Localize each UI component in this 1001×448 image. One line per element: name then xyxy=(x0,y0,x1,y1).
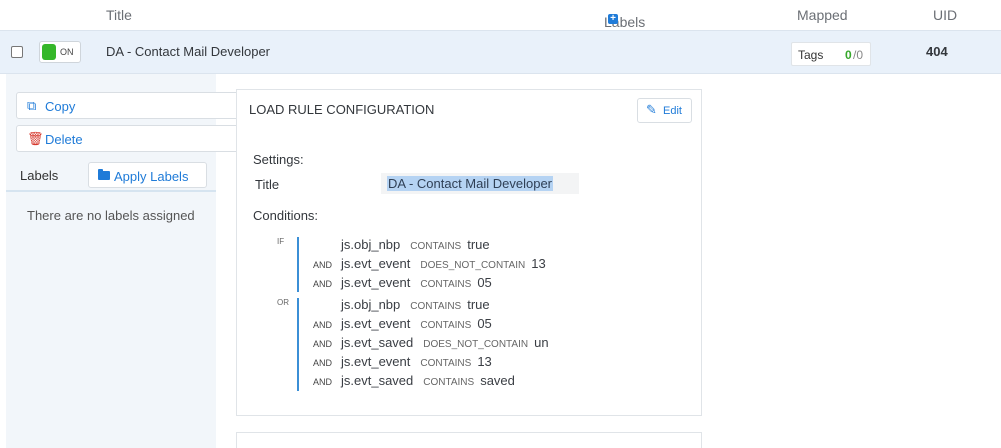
row-title[interactable]: DA - Contact Mail Developer xyxy=(106,44,270,59)
condition-row: js.obj_nbp CONTAINS true xyxy=(313,297,490,312)
toggle-label: ON xyxy=(60,47,74,57)
pencil-icon: ✎ xyxy=(646,102,657,117)
tags-count: 0 xyxy=(845,48,852,62)
condition-value: 13 xyxy=(531,256,546,271)
group-or-label: OR xyxy=(277,298,289,307)
condition-operator: CONTAINS xyxy=(410,241,462,252)
group-if-label: IF xyxy=(277,237,285,246)
condition-conjunction: AND xyxy=(313,339,333,349)
detail-sidebar: ⧉ Copy 🗑 Delete Labels Apply Labels Ther… xyxy=(6,74,240,448)
column-mapped[interactable]: Mapped xyxy=(797,7,848,23)
conditions-heading: Conditions: xyxy=(253,208,319,223)
folder-icon xyxy=(98,169,110,180)
condition-operator: CONTAINS xyxy=(410,301,462,312)
condition-value: saved xyxy=(480,373,515,388)
panel-title: LOAD RULE CONFIGURATION xyxy=(249,102,435,117)
title-field-label: Title xyxy=(255,177,280,192)
condition-variable: js.obj_nbp xyxy=(341,297,401,312)
condition-value: 05 xyxy=(477,316,492,331)
condition-conjunction: AND xyxy=(313,377,333,387)
condition-row: AND js.evt_saved DOES_NOT_CONTAIN un xyxy=(313,335,549,350)
trash-icon: 🗑 xyxy=(27,131,44,146)
copy-icon: ⧉ xyxy=(27,98,37,113)
condition-row: AND js.evt_saved CONTAINS saved xyxy=(313,373,515,388)
condition-variable: js.evt_saved xyxy=(341,373,414,388)
column-uid[interactable]: UID xyxy=(933,7,957,23)
condition-operator: DOES_NOT_CONTAIN xyxy=(423,339,529,350)
column-title[interactable]: Title xyxy=(106,7,132,23)
row-uid: 404 xyxy=(926,44,948,59)
tags-label: Tags xyxy=(798,48,824,62)
condition-variable: js.evt_event xyxy=(341,256,411,271)
condition-row: AND js.evt_event DOES_NOT_CONTAIN 13 xyxy=(313,256,546,271)
copy-button[interactable]: ⧉ Copy xyxy=(16,92,240,119)
title-field-value[interactable]: DA - Contact Mail Developer xyxy=(381,173,579,194)
condition-operator: CONTAINS xyxy=(423,377,475,388)
tags-badge[interactable]: Tags 0 /0 xyxy=(791,42,871,66)
tags-total: /0 xyxy=(853,48,864,62)
table-row[interactable]: ON DA - Contact Mail Developer Tags 0 /0… xyxy=(0,30,1001,74)
condition-value: 13 xyxy=(477,354,492,369)
condition-value: un xyxy=(534,335,549,350)
condition-variable: js.evt_event xyxy=(341,275,411,290)
apply-labels-button[interactable]: Apply Labels xyxy=(88,162,207,188)
condition-operator: CONTAINS xyxy=(420,358,472,369)
condition-conjunction: AND xyxy=(313,320,333,330)
group-or-bar xyxy=(297,298,299,391)
condition-variable: js.evt_event xyxy=(341,316,411,331)
edit-label: Edit xyxy=(663,105,682,117)
condition-value: 05 xyxy=(477,275,492,290)
group-if-bar xyxy=(297,237,299,292)
condition-value: true xyxy=(467,297,490,312)
condition-row: js.obj_nbp CONTAINS true xyxy=(313,237,490,252)
no-labels-message: There are no labels assigned xyxy=(27,208,195,223)
load-rule-panel: LOAD RULE CONFIGURATION ✎ Edit Settings:… xyxy=(236,89,702,416)
condition-conjunction: AND xyxy=(313,260,333,270)
delete-label: Delete xyxy=(45,132,83,147)
condition-row: AND js.evt_event CONTAINS 13 xyxy=(313,354,492,369)
edit-button[interactable]: ✎ Edit xyxy=(637,98,692,123)
toggle-knob xyxy=(42,44,56,60)
apply-labels-label: Apply Labels xyxy=(114,169,189,184)
condition-operator: CONTAINS xyxy=(420,279,472,290)
condition-conjunction: AND xyxy=(313,358,333,368)
title-field-text: DA - Contact Mail Developer xyxy=(387,176,554,191)
condition-operator: DOES_NOT_CONTAIN xyxy=(420,260,526,271)
condition-variable: js.obj_nbp xyxy=(341,237,401,252)
condition-row: AND js.evt_event CONTAINS 05 xyxy=(313,316,492,331)
condition-value: true xyxy=(467,237,490,252)
condition-variable: js.evt_saved xyxy=(341,335,414,350)
condition-row: AND js.evt_event CONTAINS 05 xyxy=(313,275,492,290)
labels-label: Labels xyxy=(20,168,59,183)
settings-heading: Settings: xyxy=(253,152,304,167)
delete-button[interactable]: 🗑 Delete xyxy=(16,125,240,152)
plus-square-icon[interactable]: + xyxy=(608,14,618,24)
next-panel xyxy=(236,432,702,448)
condition-variable: js.evt_event xyxy=(341,354,411,369)
table-header: Title Labels + Mapped UID xyxy=(0,0,1001,30)
condition-operator: CONTAINS xyxy=(420,320,472,331)
status-toggle[interactable]: ON xyxy=(39,41,81,63)
condition-conjunction: AND xyxy=(313,279,333,289)
row-checkbox[interactable] xyxy=(11,46,23,58)
copy-label: Copy xyxy=(45,99,76,114)
labels-row: Labels Apply Labels xyxy=(6,160,216,192)
